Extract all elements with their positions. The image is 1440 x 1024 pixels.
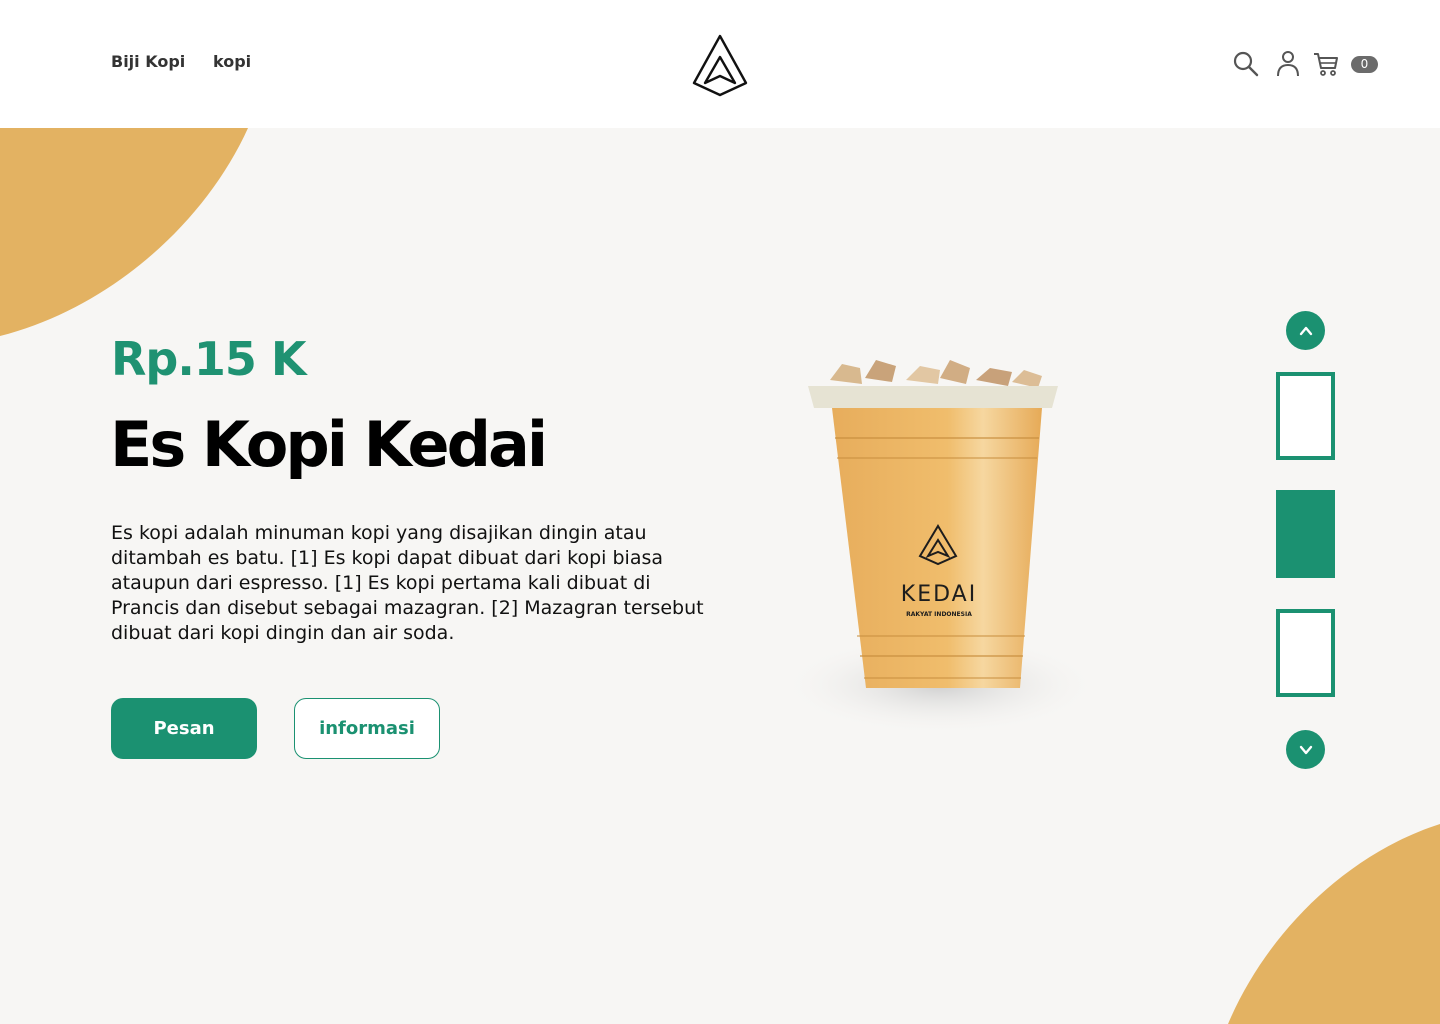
carousel-down-button[interactable]: [1286, 730, 1325, 769]
order-button[interactable]: Pesan: [111, 698, 257, 759]
cup-brand-text: KEDAI: [901, 582, 977, 607]
product-image: KEDAI RAKYAT INDONESIA: [780, 360, 1100, 735]
header: Biji Kopi kopi 0: [0, 0, 1440, 128]
chevron-up-icon: [1299, 326, 1312, 335]
nav-link-kopi[interactable]: kopi: [213, 52, 251, 71]
carousel-thumbnail-2-active[interactable]: [1276, 490, 1335, 578]
product-description: Es kopi adalah minuman kopi yang disajik…: [111, 522, 704, 644]
decorative-shape-top-left: [0, 128, 248, 336]
carousel-thumbnail-1[interactable]: [1276, 372, 1335, 460]
user-icon[interactable]: [1274, 49, 1302, 77]
brand-logo[interactable]: [690, 33, 750, 97]
cart-icon[interactable]: [1312, 50, 1340, 78]
cart-count-badge: 0: [1351, 56, 1378, 73]
carousel-up-button[interactable]: [1286, 311, 1325, 350]
carousel-thumbnail-3[interactable]: [1276, 609, 1335, 697]
decorative-shape-bottom-right: [1228, 824, 1440, 1024]
nav-link-biji-kopi[interactable]: Biji Kopi: [111, 52, 185, 71]
info-button[interactable]: informasi: [294, 698, 440, 759]
search-icon[interactable]: [1232, 50, 1260, 78]
chevron-down-icon: [1299, 745, 1312, 754]
product-title: Es Kopi Kedai: [110, 408, 548, 481]
product-price: Rp.15 K: [111, 332, 306, 386]
cup-subtitle-text: RAKYAT INDONESIA: [906, 611, 972, 618]
